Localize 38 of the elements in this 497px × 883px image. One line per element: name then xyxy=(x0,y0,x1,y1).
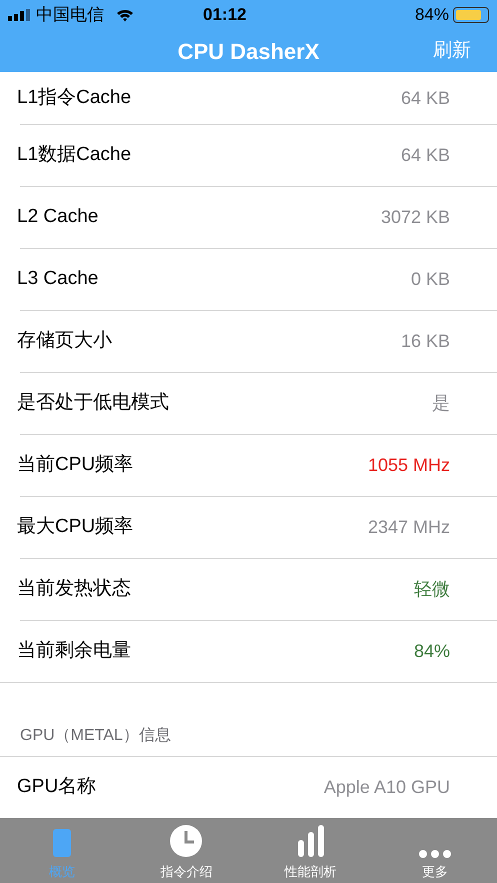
row-label: 当前剩余电量 xyxy=(17,639,131,664)
tab-item[interactable]: 指令介绍 xyxy=(124,818,248,883)
row-label: L1指令Cache xyxy=(17,86,132,110)
clock-icon xyxy=(169,824,204,858)
row-value: 3072 KB xyxy=(380,206,450,229)
tab-item[interactable]: 性能剖析 xyxy=(248,818,373,883)
row-value: 是 xyxy=(432,392,450,415)
wifi-icon xyxy=(116,8,134,22)
row-label: 最大CPU频率 xyxy=(17,515,134,540)
row-label: L2 Cache xyxy=(17,205,98,230)
row-label: L1数据Cache xyxy=(17,143,132,168)
row-label: L3 Cache xyxy=(17,267,98,292)
row-value: 2347 MHz xyxy=(368,516,450,539)
tab-item[interactable]: 更多 xyxy=(372,818,497,883)
row-label: GPU名称 xyxy=(17,774,96,799)
row-value: 轻微 xyxy=(414,578,450,601)
row-value: 84% xyxy=(414,640,450,663)
battery-icon xyxy=(453,7,489,23)
row-value: 64 KB xyxy=(400,144,450,167)
app-title: CPU DasherX xyxy=(178,38,320,66)
row-label: 当前CPU频率 xyxy=(17,453,134,478)
section-header: GPU（METAL）信息 xyxy=(20,726,171,746)
refresh-button[interactable]: 刷新 xyxy=(433,36,471,66)
carrier-text: 中国电信 xyxy=(36,4,104,26)
signal-icon xyxy=(8,9,32,21)
bar-chart-icon xyxy=(296,824,325,858)
phone-icon xyxy=(52,828,72,858)
row-value: 0 KB xyxy=(410,268,450,291)
row-label: 当前发热状态 xyxy=(17,577,131,602)
row-value: 64 KB xyxy=(400,86,450,110)
row-label: 是否处于低电模式 xyxy=(17,391,169,416)
row-label: 存储页大小 xyxy=(17,329,112,354)
row-value: 1055 MHz xyxy=(368,454,450,477)
clock-time: 01:12 xyxy=(203,4,246,26)
more-icon xyxy=(418,850,451,858)
battery-percent: 84% xyxy=(414,4,449,26)
row-value: 16 KB xyxy=(400,330,450,353)
row-value: Apple A10 GPU xyxy=(324,776,450,799)
